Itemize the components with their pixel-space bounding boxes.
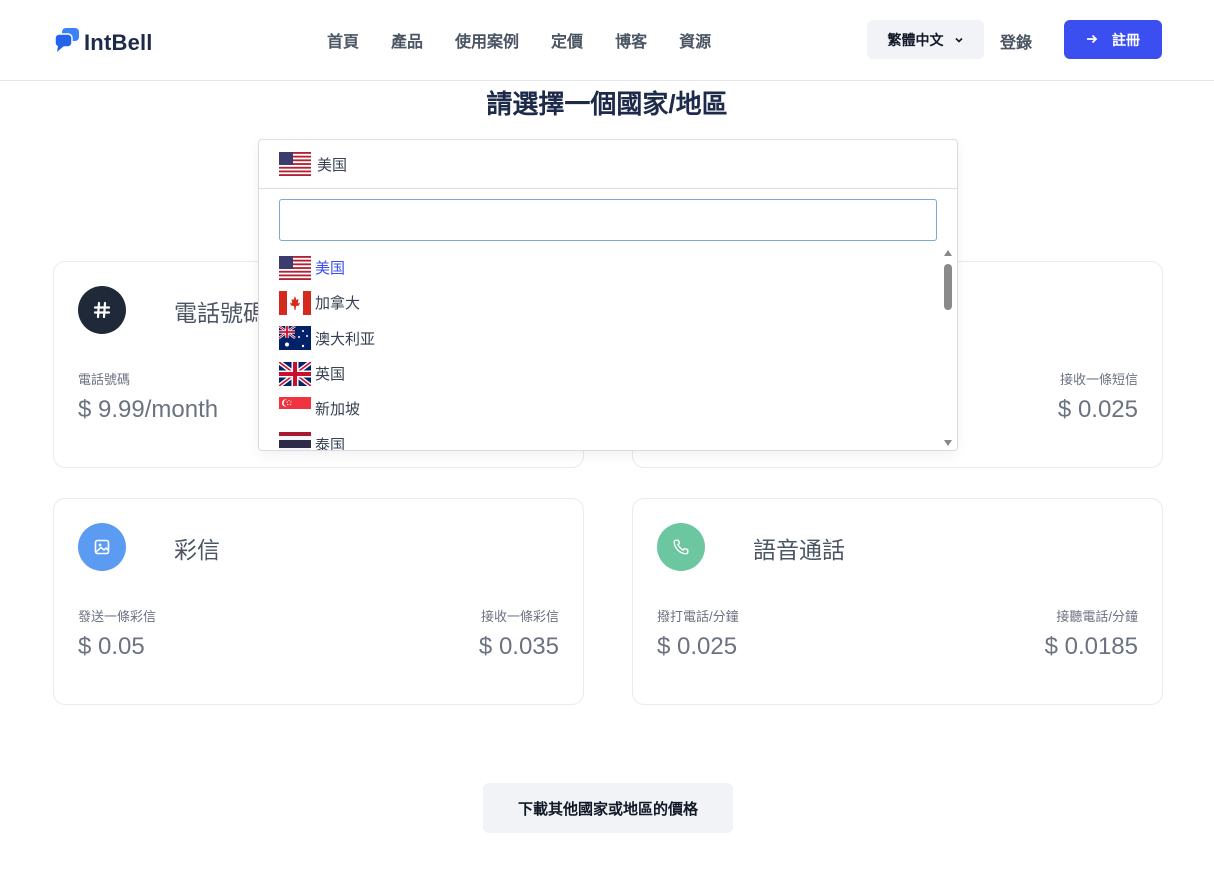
country-dropdown[interactable]: 美国 美国 加拿大 澳大利亚 英国 新加坡 泰国 xyxy=(258,139,958,451)
download-prices-button[interactable]: 下載其他國家或地區的價格 xyxy=(483,783,733,833)
logo-text: IntBell xyxy=(84,29,153,55)
country-option-gb[interactable]: 英国 xyxy=(279,356,939,391)
country-option-us[interactable]: 美国 xyxy=(279,250,939,285)
country-option-label: 加拿大 xyxy=(315,295,361,313)
country-option-label: 新加坡 xyxy=(315,401,361,419)
price-label: 發送一條彩信 xyxy=(78,609,157,624)
country-option-sg[interactable]: 新加坡 xyxy=(279,391,939,426)
us-flag-icon xyxy=(279,255,311,280)
image-icon xyxy=(78,523,126,571)
language-selector[interactable]: 繁體中文 xyxy=(867,20,984,59)
main-nav: 首頁 產品 使用案例 定價 博客 資源 xyxy=(327,28,743,52)
price-label: 接收一條彩信 xyxy=(480,609,559,624)
card-title: 彩信 xyxy=(174,537,220,563)
site-header: IntBell 首頁 產品 使用案例 定價 博客 資源 繁體中文 登錄 註冊 xyxy=(0,0,1214,81)
card-title: 語音通話 xyxy=(753,537,845,563)
chevron-down-icon xyxy=(954,32,964,48)
price-value: $ 0.05 xyxy=(78,633,145,660)
card-title: 電話號碼 xyxy=(174,300,266,326)
country-option-label: 美国 xyxy=(315,260,346,278)
voice-card: 語音通話 撥打電話/分鐘 $ 0.025 接聽電話/分鐘 $ 0.0185 xyxy=(632,498,1163,705)
gb-flag-icon xyxy=(279,361,311,386)
logo[interactable]: IntBell xyxy=(54,27,153,58)
price-value: $ 0.0185 xyxy=(1044,633,1138,660)
country-search-input[interactable] xyxy=(279,199,937,241)
scroll-up-arrow-icon[interactable] xyxy=(944,250,952,256)
price-value: $ 9.99/month xyxy=(78,396,219,423)
price-label: 撥打電話/分鐘 xyxy=(657,609,739,624)
page-title: 請選擇一個國家/地區 xyxy=(486,89,728,119)
country-option-au[interactable]: 澳大利亚 xyxy=(279,321,939,356)
scroll-down-arrow-icon[interactable] xyxy=(944,440,952,446)
phone-icon xyxy=(657,523,705,571)
country-option-ca[interactable]: 加拿大 xyxy=(279,285,939,320)
au-flag-icon xyxy=(279,326,311,351)
country-option-th[interactable]: 泰国 xyxy=(279,426,939,450)
register-label: 註冊 xyxy=(1112,31,1140,48)
nav-item-products[interactable]: 產品 xyxy=(391,28,423,52)
arrow-right-icon xyxy=(1086,32,1098,48)
price-label: 電話號碼 xyxy=(78,372,131,387)
th-flag-icon xyxy=(279,432,311,450)
mms-card: 彩信 發送一條彩信 $ 0.05 接收一條彩信 $ 0.035 xyxy=(53,498,584,705)
dropdown-scrollbar[interactable] xyxy=(943,250,953,446)
sg-flag-icon xyxy=(279,396,311,421)
country-select-value: 美国 xyxy=(317,156,348,174)
login-link[interactable]: 登錄 xyxy=(1000,29,1032,53)
country-select-current[interactable]: 美国 xyxy=(259,140,957,189)
chat-bubble-logo-icon xyxy=(54,27,80,58)
country-option-label: 泰国 xyxy=(315,436,346,450)
nav-item-blog[interactable]: 博客 xyxy=(615,28,647,52)
country-options-list: 美国 加拿大 澳大利亚 英国 新加坡 泰国 xyxy=(279,250,939,450)
nav-item-use-cases[interactable]: 使用案例 xyxy=(455,28,519,52)
country-option-label: 英国 xyxy=(315,366,346,384)
price-label: 接收一條短信 xyxy=(1059,372,1138,387)
nav-item-home[interactable]: 首頁 xyxy=(327,28,359,52)
scrollbar-thumb[interactable] xyxy=(944,264,952,310)
language-label: 繁體中文 xyxy=(887,31,944,48)
price-value: $ 0.025 xyxy=(657,633,738,660)
price-value: $ 0.035 xyxy=(478,633,559,660)
country-option-label: 澳大利亚 xyxy=(315,330,376,348)
price-value: $ 0.025 xyxy=(1057,396,1138,423)
nav-item-resources[interactable]: 資源 xyxy=(679,28,711,52)
price-label: 接聽電話/分鐘 xyxy=(1056,609,1138,624)
us-flag-icon xyxy=(279,152,311,176)
ca-flag-icon xyxy=(279,290,311,315)
hash-icon xyxy=(78,286,126,334)
register-button[interactable]: 註冊 xyxy=(1064,20,1162,59)
nav-item-pricing[interactable]: 定價 xyxy=(551,28,583,52)
